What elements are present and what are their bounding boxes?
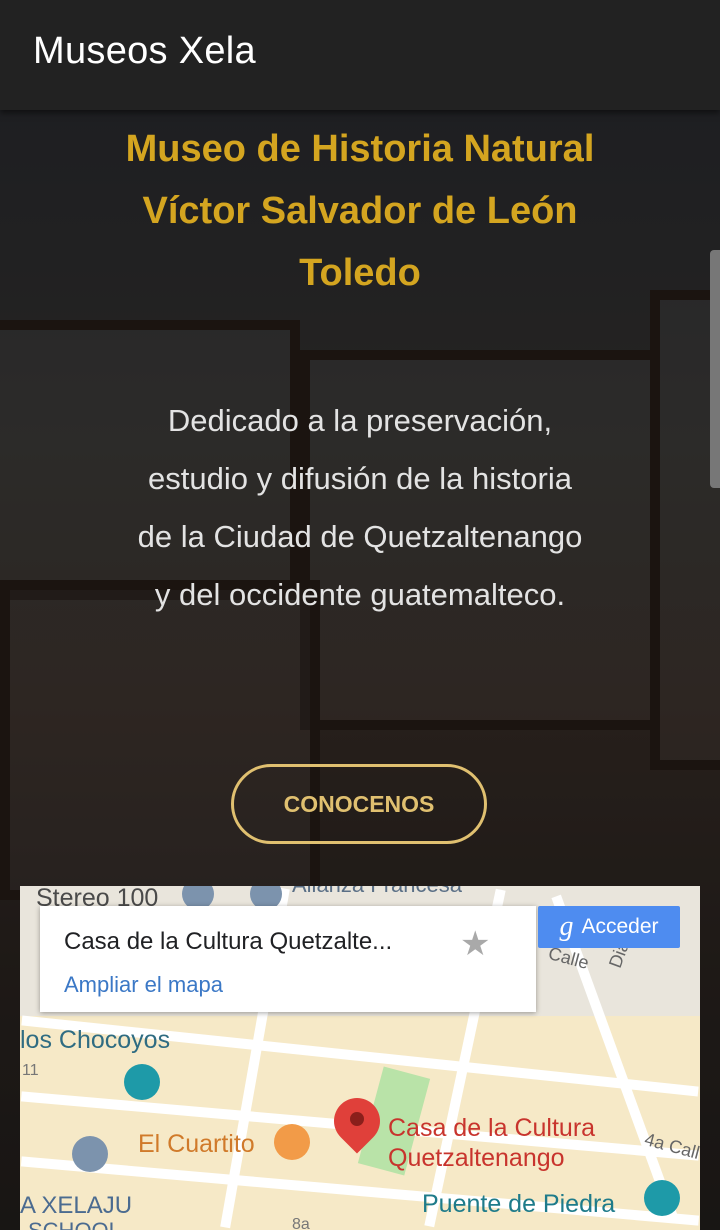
conocenos-button[interactable]: CONOCENOS [231, 764, 487, 844]
map-label-chocoyos: los Chocoyos [20, 1026, 171, 1054]
map-label-cuartito: El Cuartito [138, 1130, 255, 1158]
embedded-map[interactable]: Stereo 100 Alianza Francesa Calle Dia lo… [20, 886, 700, 1230]
map-info-card: Casa de la Cultura Quetzalte... ★ Amplia… [40, 906, 536, 1012]
scroll-handle[interactable] [710, 250, 720, 488]
museum-title: Museo de Historia Natural Víctor Salvado… [125, 128, 595, 294]
map-school-icon [72, 1136, 108, 1172]
google-g-icon: g [559, 911, 574, 942]
map-label-puente: Puente de Piedra [422, 1190, 616, 1218]
map-label-8a: 8a [292, 1216, 310, 1230]
map-label-school: SCHOOL [28, 1218, 121, 1230]
map-label-11: 11 [22, 1062, 39, 1079]
map-label-casa-line2: Quetzaltenango [388, 1144, 565, 1172]
map-tower-icon [124, 1064, 160, 1100]
app-title: Museos Xela [33, 30, 256, 72]
save-star-icon[interactable]: ★ [460, 924, 490, 964]
map-place-name: Casa de la Cultura Quetzalte... [64, 928, 393, 955]
museum-description: Dedicado a la preservación, estudio y di… [137, 403, 583, 612]
map-cafe-icon [274, 1124, 310, 1160]
app-bar: Museos Xela [0, 0, 720, 110]
map-red-pin-dot [350, 1112, 364, 1126]
map-label-xelaju: A XELAJU [20, 1192, 133, 1219]
map-label-alianza: Alianza Francesa [292, 886, 462, 898]
map-landmark-icon [644, 1180, 680, 1216]
map-label-casa-line1: Casa de la Cultura [388, 1114, 596, 1142]
signin-label: Acceder [581, 915, 659, 938]
expand-map-link[interactable]: Ampliar el mapa [64, 972, 223, 998]
google-signin-button[interactable]: g Acceder [538, 906, 680, 948]
